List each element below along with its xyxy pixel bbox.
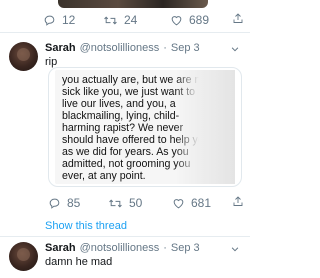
- reply-count: 85: [67, 196, 81, 210]
- share-icon: [233, 13, 243, 23]
- like-action[interactable]: 689: [170, 13, 209, 27]
- author-handle[interactable]: @notsolillioness: [80, 42, 160, 54]
- reply-count: 12: [62, 13, 76, 27]
- tweet-divider: [0, 32, 250, 33]
- tweet-date[interactable]: Sep 3: [171, 42, 200, 54]
- author-handle[interactable]: @notsolillioness: [80, 242, 160, 254]
- retweet-count: 24: [124, 13, 138, 27]
- previous-tweet-media[interactable]: [58, 0, 208, 8]
- share-action[interactable]: [232, 195, 244, 208]
- tweet-date[interactable]: Sep 3: [171, 242, 200, 254]
- like-count: 681: [191, 196, 212, 210]
- attached-image[interactable]: you actually are, but we are not sick li…: [48, 67, 242, 187]
- like-action[interactable]: 681: [172, 196, 211, 210]
- show-thread-link[interactable]: Show this thread: [45, 220, 127, 232]
- separator-dot: ·: [163, 242, 167, 254]
- reply-action[interactable]: 85: [48, 196, 80, 210]
- retweet-icon: [109, 199, 122, 207]
- reply-icon: [49, 198, 60, 209]
- author-name[interactable]: Sarah: [45, 242, 76, 254]
- chevron-down-icon[interactable]: [230, 244, 240, 254]
- avatar[interactable]: [9, 42, 38, 71]
- avatar[interactable]: [9, 242, 38, 271]
- retweet-action[interactable]: 24: [103, 13, 137, 27]
- like-icon: [173, 198, 184, 208]
- reply-action[interactable]: 12: [43, 13, 75, 27]
- retweet-icon: [104, 16, 117, 24]
- share-action[interactable]: [232, 12, 244, 25]
- tweet-text: damn he mad: [45, 256, 113, 268]
- separator-dot: ·: [163, 42, 167, 54]
- tweet-header: Sarah @notsolillioness · Sep 3: [45, 242, 200, 254]
- tweet-divider: [0, 236, 250, 237]
- chevron-down-icon[interactable]: [230, 44, 240, 54]
- like-count: 689: [189, 13, 210, 27]
- image-edge-shading: [175, 70, 235, 184]
- retweet-count: 50: [129, 196, 143, 210]
- retweet-action[interactable]: 50: [108, 196, 142, 210]
- reply-icon: [44, 15, 55, 26]
- author-name[interactable]: Sarah: [45, 42, 76, 54]
- share-icon: [233, 196, 243, 206]
- tweet-header: Sarah @notsolillioness · Sep 3: [45, 42, 200, 54]
- like-icon: [171, 15, 182, 25]
